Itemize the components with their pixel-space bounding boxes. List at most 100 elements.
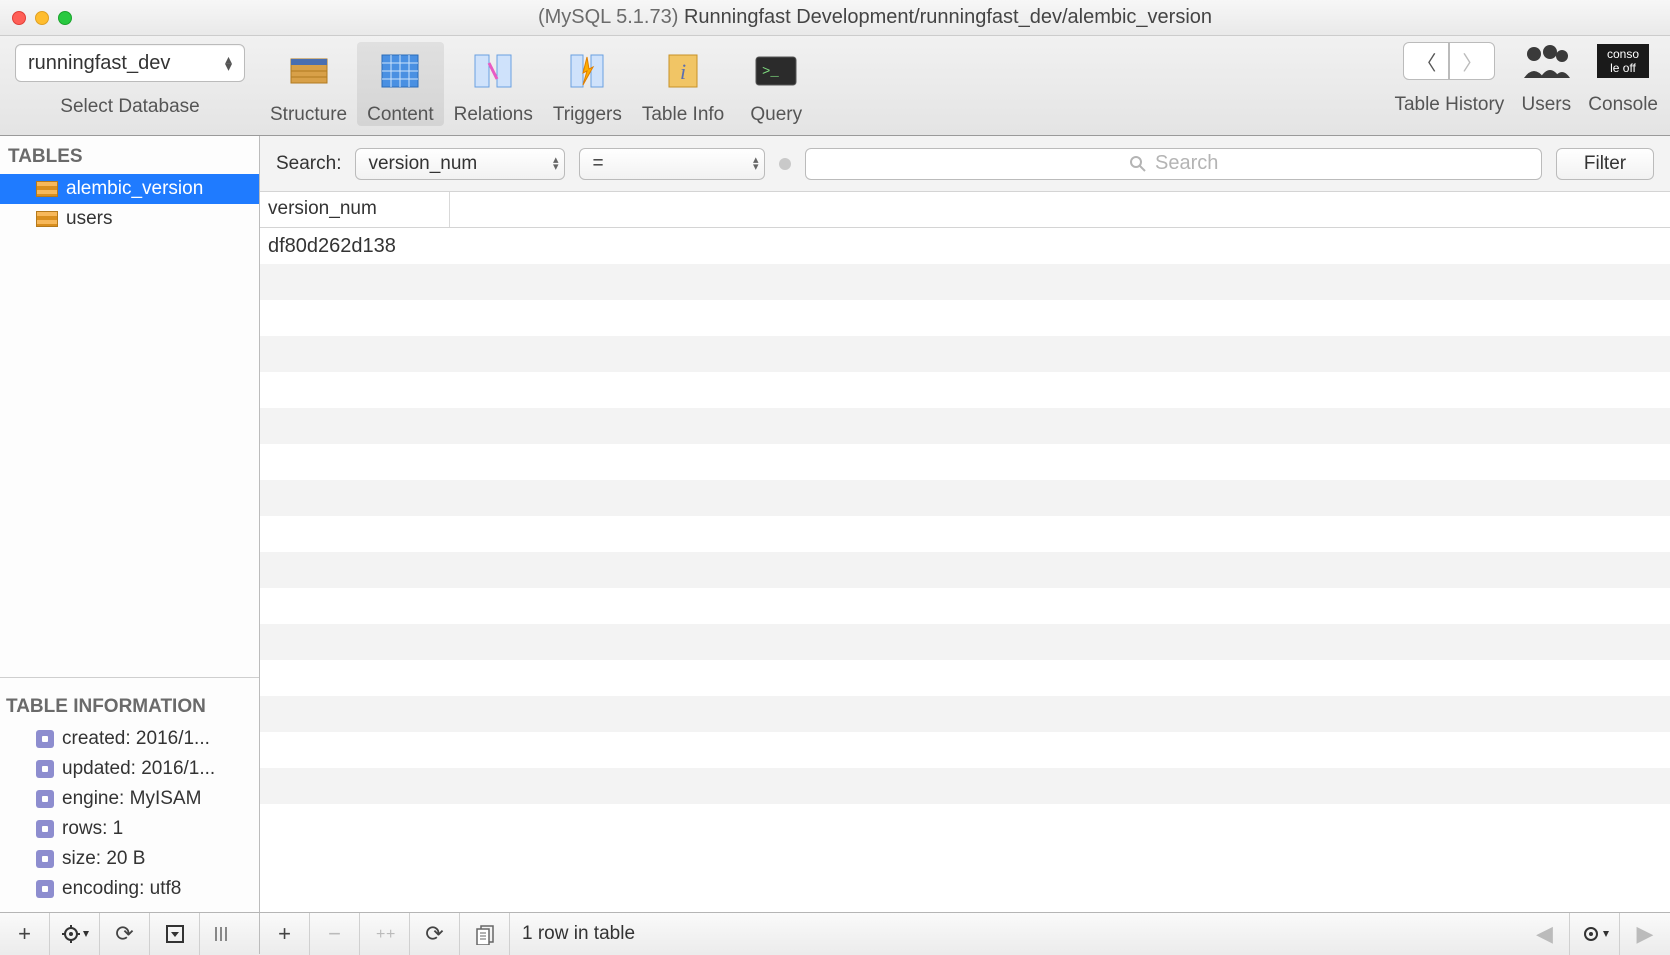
minimize-icon[interactable] [35, 11, 49, 25]
empty-row [260, 408, 1670, 444]
info-header: TABLE INFORMATION [6, 686, 253, 724]
table-information: TABLE INFORMATION created: 2016/1... upd… [0, 677, 259, 912]
users-icon [1514, 42, 1578, 80]
grid-header: version_num [260, 192, 1670, 228]
status-text: 1 row in table [510, 923, 1520, 945]
svg-text:+: + [376, 926, 385, 943]
add-table-button[interactable]: + [0, 913, 50, 955]
tables-header: TABLES [0, 136, 259, 174]
filter-button[interactable]: Filter [1556, 148, 1654, 180]
stepper-icon: ▴▾ [225, 56, 232, 70]
tab-triggers[interactable]: Triggers [543, 42, 632, 126]
tableinfo-icon: i [651, 42, 715, 100]
console-label: Console [1588, 94, 1658, 116]
refresh-icon: ⟳ [425, 921, 443, 947]
collapse-icon [165, 924, 185, 944]
tab-label: Content [367, 104, 434, 126]
database-selector-value: runningfast_dev [28, 52, 170, 75]
triggers-icon [555, 42, 619, 100]
bullet-icon [36, 820, 54, 838]
toolbar-tabs: Structure Content Relations Triggers i T… [260, 36, 1394, 126]
gear-menu-button[interactable] [50, 913, 100, 955]
svg-text:+: + [386, 926, 395, 943]
close-icon[interactable] [12, 11, 26, 25]
remove-row-button[interactable]: − [310, 913, 360, 955]
history-forward-button[interactable]: 〉 [1449, 42, 1495, 80]
empty-row [260, 264, 1670, 300]
tab-relations[interactable]: Relations [444, 42, 543, 126]
column-header-version-num[interactable]: version_num [260, 192, 450, 227]
toggle-info-button[interactable] [150, 913, 200, 955]
columns-icon [212, 924, 230, 944]
tab-label: Structure [270, 104, 347, 126]
empty-row [260, 372, 1670, 408]
search-operator-value: = [592, 153, 603, 175]
table-icon [36, 181, 58, 197]
tab-label: Triggers [553, 104, 622, 126]
query-icon: >_ [744, 42, 808, 100]
reload-button[interactable]: ⟳ [410, 913, 460, 955]
stepper-icon: ▴▾ [553, 157, 559, 171]
console-button[interactable]: console off Console [1588, 42, 1658, 116]
gear-icon [1581, 924, 1609, 944]
tab-label: Table Info [642, 104, 724, 126]
tab-tableinfo[interactable]: i Table Info [632, 42, 734, 126]
bottom-bar: + ⟳ + − ++ ⟳ 1 row in table ◀ ▶ [0, 912, 1670, 954]
tab-label: Query [750, 104, 802, 126]
empty-row [260, 552, 1670, 588]
duplicate-row-button[interactable]: ++ [360, 913, 410, 955]
empty-row [260, 444, 1670, 480]
stepper-icon: ▴▾ [753, 157, 759, 171]
bullet-icon [36, 730, 54, 748]
table-item-users[interactable]: users [0, 204, 259, 234]
empty-row [260, 516, 1670, 552]
empty-row [260, 660, 1670, 696]
prev-page-button[interactable]: ◀ [1520, 913, 1570, 955]
empty-row [260, 696, 1670, 732]
search-placeholder: Search [1155, 152, 1218, 175]
triangle-right-icon: ▶ [1637, 921, 1654, 947]
search-field-value: version_num [368, 153, 477, 175]
database-selector[interactable]: runningfast_dev ▴▾ [15, 44, 245, 82]
info-encoding: encoding: utf8 [6, 874, 253, 904]
history-label: Table History [1394, 94, 1504, 116]
console-icon: console off [1591, 42, 1655, 80]
info-created: created: 2016/1... [6, 724, 253, 754]
zoom-icon[interactable] [58, 11, 72, 25]
refresh-button[interactable]: ⟳ [100, 913, 150, 955]
search-input[interactable]: Search [805, 148, 1542, 180]
table-item-alembic-version[interactable]: alembic_version [0, 174, 259, 204]
add-row-button[interactable]: + [260, 913, 310, 955]
table-icon [36, 211, 58, 227]
title-prefix: (MySQL 5.1.73) [538, 6, 684, 28]
table-row[interactable]: df80d262d138 [260, 228, 1670, 264]
window-controls [12, 11, 72, 25]
search-field-selector[interactable]: version_num ▴▾ [355, 148, 565, 180]
users-label: Users [1521, 94, 1571, 116]
tab-structure[interactable]: Structure [260, 42, 357, 126]
refresh-icon: ⟳ [115, 921, 133, 947]
page-gear-button[interactable] [1570, 913, 1620, 955]
tab-content[interactable]: Content [357, 42, 444, 126]
empty-row [260, 300, 1670, 336]
content-icon [368, 42, 432, 100]
svg-text:conso: conso [1607, 47, 1639, 61]
tab-label: Relations [454, 104, 533, 126]
plus-icon: + [278, 921, 291, 947]
page-icon [473, 923, 497, 945]
empty-row [260, 768, 1670, 804]
history-back-button[interactable]: 〈 [1403, 42, 1449, 80]
cell[interactable]: df80d262d138 [260, 235, 450, 258]
info-updated: updated: 2016/1... [6, 754, 253, 784]
toolbar: runningfast_dev ▴▾ Select Database Struc… [0, 36, 1670, 136]
grid-rows: df80d262d138 [260, 228, 1670, 804]
users-button[interactable]: Users [1514, 42, 1578, 116]
pagination-button[interactable] [460, 913, 510, 955]
empty-row [260, 480, 1670, 516]
next-page-button[interactable]: ▶ [1620, 913, 1670, 955]
search-operator-selector[interactable]: = ▴▾ [579, 148, 765, 180]
tab-query[interactable]: >_ Query [734, 42, 818, 126]
gear-icon [61, 924, 89, 944]
sidebar-toggle-button[interactable] [200, 913, 242, 955]
empty-row [260, 336, 1670, 372]
